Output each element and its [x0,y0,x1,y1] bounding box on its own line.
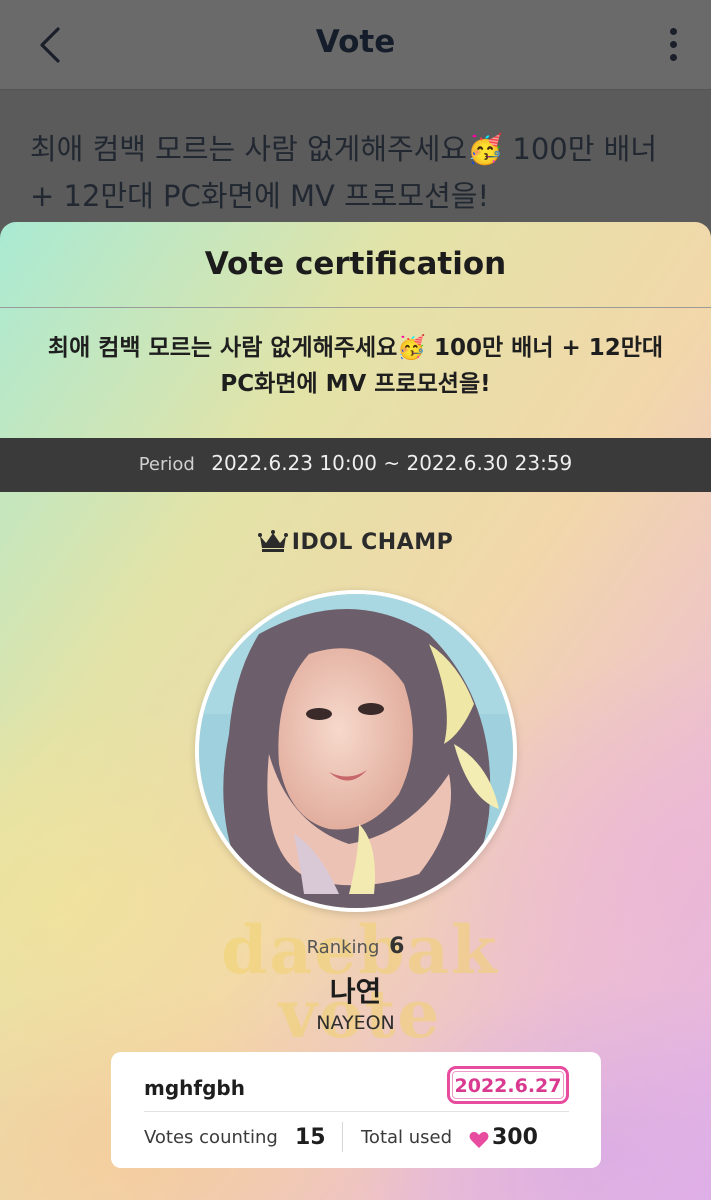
top-app-bar: Vote [0,0,711,90]
page-title: Vote [315,24,396,60]
username: mghfgbh [144,1076,245,1100]
crown-icon [257,530,288,552]
period-value: 2022.6.23 10:00 ~ 2022.6.30 23:59 [211,451,573,475]
brand-logo: IDOL CHAMP [0,530,711,555]
total-used-label: Total used [361,1127,453,1148]
vote-title-background: 최애 컴백 모르는 사람 없게해주세요🥳 100만 배너 + 12만대 PC화면… [30,132,658,213]
idol-name-korean: 나연 [329,975,382,1008]
modal-title: Vote certification [204,246,507,282]
idol-avatar [195,590,517,912]
avatar-photo [199,594,513,908]
votes-counting-label: Votes counting [144,1127,278,1148]
vote-date-badge: 2022.6.27 [447,1066,569,1104]
stats-divider [342,1122,343,1152]
ranking-label: Ranking [306,937,380,958]
idol-name-english: NAYEON [316,1012,395,1034]
ranking-value: 6 [389,934,405,959]
period-label: Period [138,454,195,475]
vote-subtitle: 최애 컴백 모르는 사람 없게해주세요🥳 100만 배너 + 12만대 PC화면… [47,335,664,397]
votes-counting-value: 15 [295,1125,326,1150]
more-vertical-icon[interactable] [669,28,679,64]
brand-name: IDOL CHAMP [291,530,454,555]
certificate-card: mghfgbh 2022.6.27 Votes counting 15 Tota… [111,1052,601,1168]
total-used-value: 300 [492,1125,538,1150]
card-divider [144,1111,569,1112]
ranking: Ranking 6 [0,934,711,959]
vote-certification-modal: Vote certification 최애 컴백 모르는 사람 없게해주세요🥳 … [0,222,711,1200]
modal-header: Vote certification [0,222,711,308]
period-bar: Period 2022.6.23 10:00 ~ 2022.6.30 23:59 [0,438,711,492]
heart-icon [469,1131,489,1148]
